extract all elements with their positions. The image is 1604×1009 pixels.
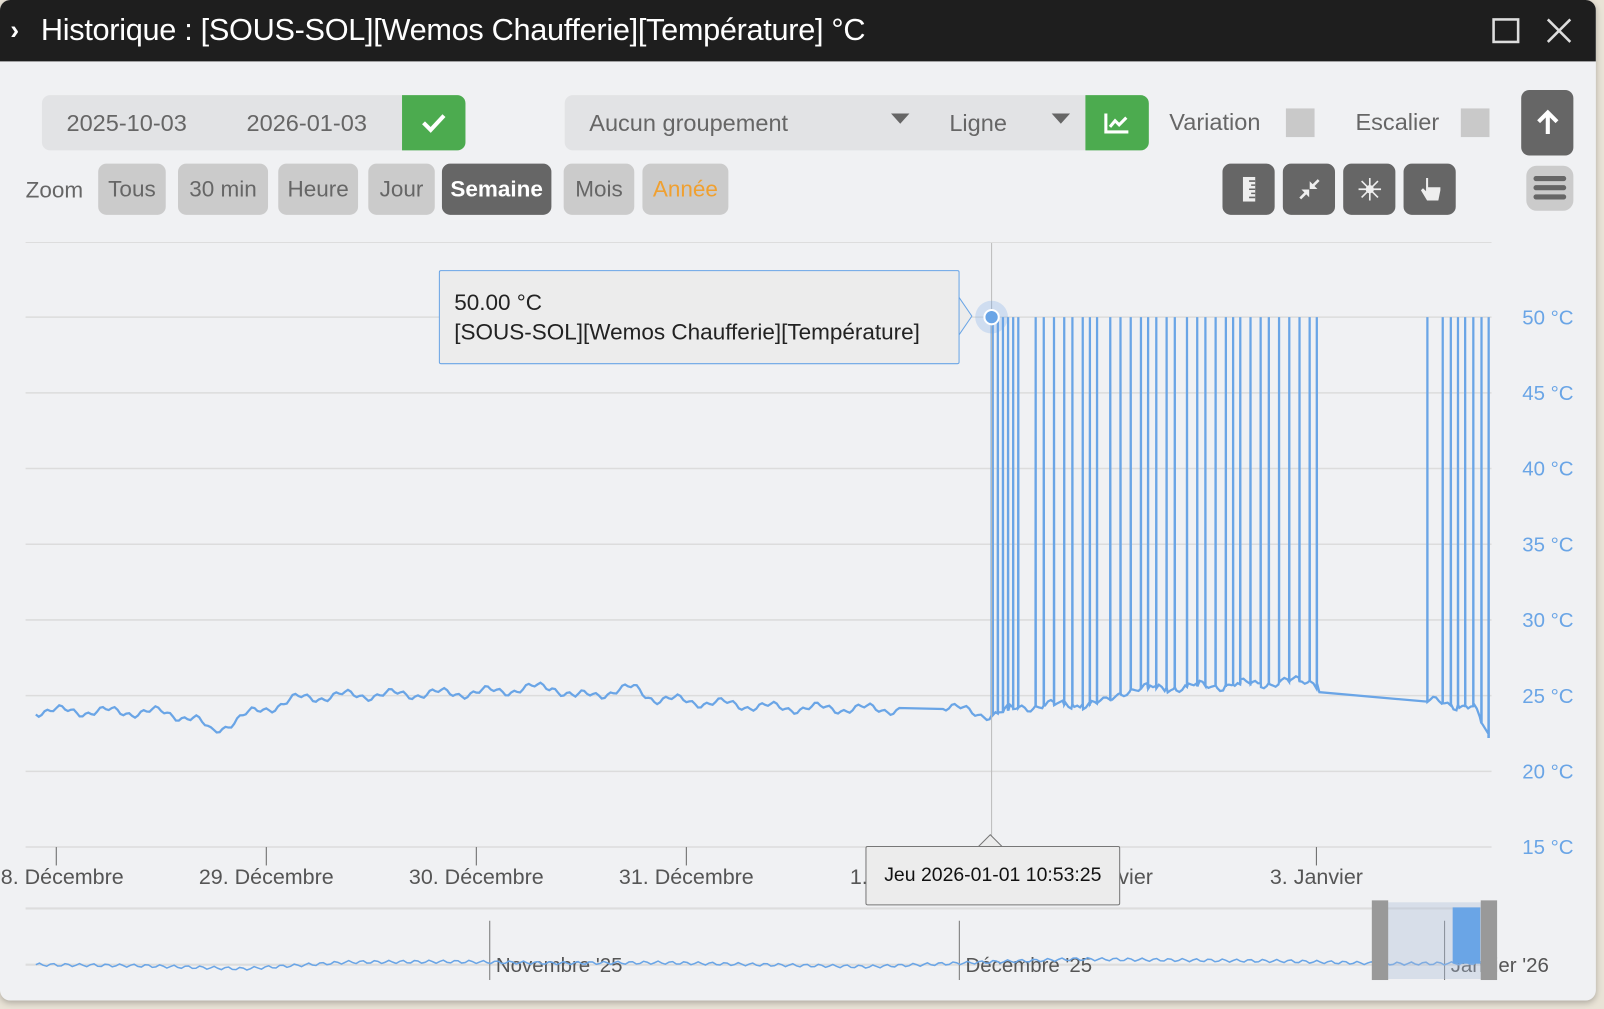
zoom-button-mois[interactable]: Mois [563,163,635,215]
navigator-chart[interactable]: Novembre '25 Décembre '25 Janvier '26 [0,900,1596,987]
check-icon [422,114,446,133]
pan-tool-button[interactable] [1403,163,1456,215]
validate-dates-button[interactable] [402,95,466,151]
temperature-series-line [35,317,1490,738]
y-tick-label: 20 °C [1522,761,1573,784]
y-tick-label: 35 °C [1522,533,1573,556]
tooltip-value: 50.00 °C [454,289,543,316]
hover-point [983,308,1000,326]
compress-icon [1298,179,1320,200]
navigator-label: Décembre '25 [965,954,1092,977]
navigator-label: Novembre '25 [496,954,623,977]
scroll-up-button[interactable] [1521,90,1574,156]
crosshair-time: Jeu 2026-01-01 10:53:25 [884,864,1102,886]
x-tick-label: 30. Décembre [409,865,544,889]
hand-pointer-icon [1420,178,1440,201]
variation-checkbox[interactable] [1285,108,1315,138]
zoom-button-jour[interactable]: Jour [368,163,435,215]
history-modal: › Historique : [SOUS-SOL][Wemos Chauffer… [0,0,1596,1001]
maximize-icon[interactable] [1492,16,1521,45]
chart-line-icon [1104,113,1129,134]
zoom-label: Zoom [25,176,84,203]
staircase-label: Escalier [1355,108,1440,136]
zoom-button-30-min[interactable]: 30 min [178,163,269,215]
window-title: Historique : [SOUS-SOL][Wemos Chaufferie… [40,13,866,48]
navigator-left-handle[interactable] [1371,900,1389,981]
y-tick-label: 15 °C [1522,836,1573,859]
x-tick-label: 28. Décembre [0,865,124,889]
x-tick-label: 29. Décembre [199,865,334,889]
y-tick-label: 40 °C [1522,458,1573,481]
point-tooltip: 50.00 °C [SOUS-SOL][Wemos Chaufferie][Te… [438,270,960,365]
date-range: 2025-10-03 2026-01-03 [41,95,403,151]
y-tick-label: 25 °C [1522,685,1573,708]
grouping-select[interactable]: Aucun groupement [589,109,788,137]
x-tick-label: 3. Janvier [1270,865,1363,889]
chevron-right-icon[interactable]: › [10,14,19,46]
zoom-button-heure[interactable]: Heure [278,163,359,215]
x-tick-label: 31. Décembre [619,865,754,889]
tooltip-pointer [958,296,973,336]
hub-tool-button[interactable] [1343,163,1396,215]
hamburger-menu-icon [1533,175,1567,200]
y-tick-label: 50 °C [1522,306,1573,329]
zoom-button-année[interactable]: Année [642,163,729,215]
chevron-down-icon[interactable] [1051,113,1071,124]
start-date-input[interactable]: 2025-10-03 [66,109,186,137]
hub-icon [1358,178,1381,201]
navigator-right-handle[interactable] [1480,900,1498,981]
staircase-checkbox[interactable] [1460,108,1490,138]
navigator-spike-area [1452,907,1481,964]
zoom-button-semaine[interactable]: Semaine [441,163,552,215]
tooltip-series: [SOUS-SOL][Wemos Chaufferie][Température… [454,319,920,345]
select-group: Aucun groupement Ligne [564,95,1086,151]
chart-menu-button[interactable] [1526,165,1574,211]
crosshair-time-label: Jeu 2026-01-01 10:53:25 [865,846,1121,906]
chevron-down-icon[interactable] [891,113,910,124]
ruler-icon [1242,176,1255,202]
chart-type-select[interactable]: Ligne [949,109,1007,137]
zoom-button-tous[interactable]: Tous [98,163,166,215]
title-bar: › Historique : [SOUS-SOL][Wemos Chauffer… [0,0,1596,62]
compress-tool-button[interactable] [1282,163,1336,215]
compare-button[interactable] [1085,95,1149,151]
arrow-up-icon [1536,109,1558,135]
close-icon[interactable] [1545,16,1574,45]
y-tick-label: 45 °C [1522,382,1573,405]
y-tick-label: 30 °C [1522,609,1573,632]
end-date-input[interactable]: 2026-01-03 [247,109,367,137]
variation-label: Variation [1169,108,1261,136]
ruler-tool-button[interactable] [1222,163,1275,215]
